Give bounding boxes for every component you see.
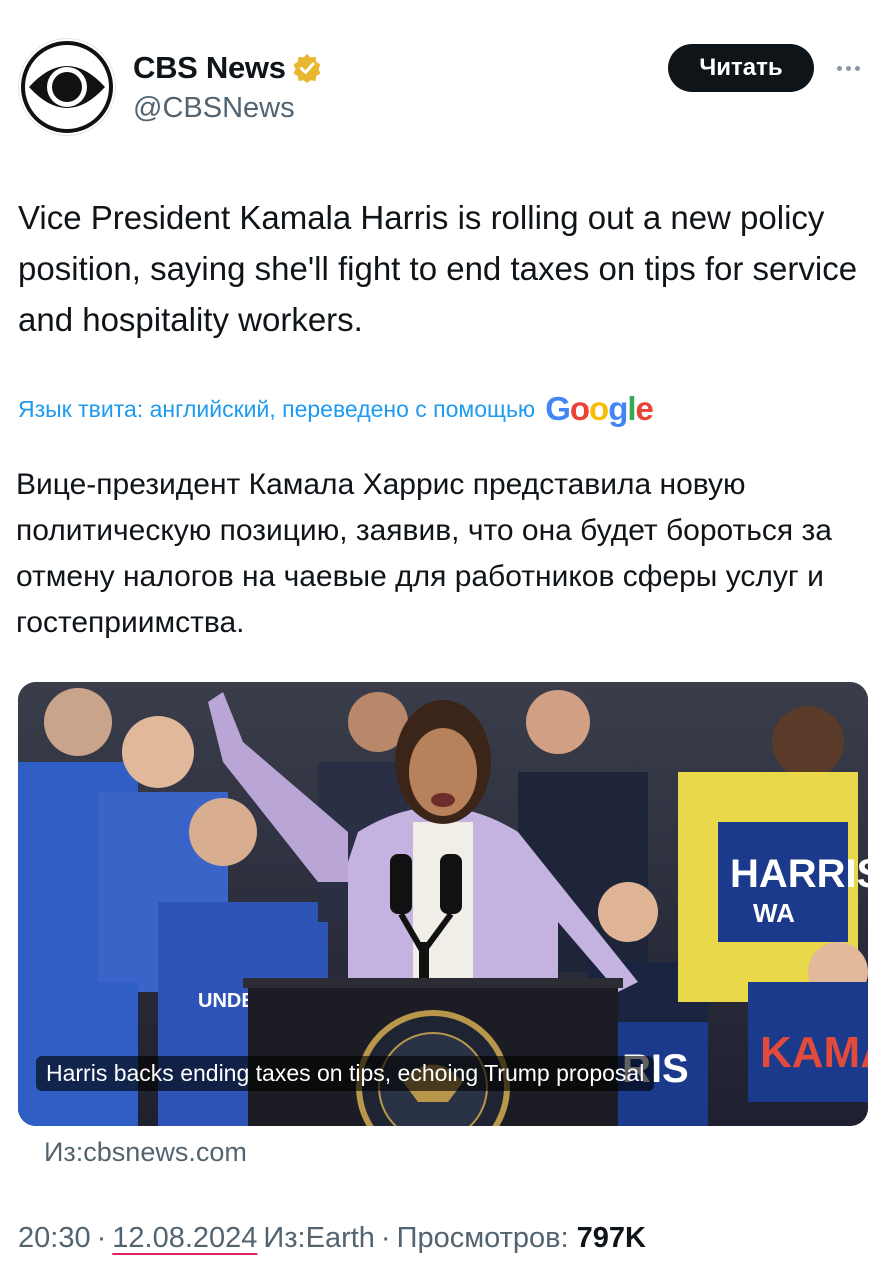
- translation-note[interactable]: Язык твита: английский, переведено с пом…: [18, 390, 654, 428]
- tweet-date[interactable]: 12.08.2024: [112, 1222, 257, 1255]
- shirt-text: UNDE: [198, 990, 255, 1012]
- account-name-row[interactable]: CBS News: [133, 50, 322, 86]
- meta-separator: ·: [380, 1222, 391, 1254]
- dot: [845, 65, 851, 71]
- meta-separator: ·: [96, 1222, 107, 1254]
- translated-tweet-text: Вице-президент Камала Харрис представила…: [16, 468, 841, 639]
- more-dots-icon[interactable]: [830, 54, 866, 82]
- views-label: Просмотров:: [396, 1222, 569, 1254]
- account-handle[interactable]: @CBSNews: [133, 92, 295, 125]
- card-caption: Harris backs ending taxes on tips, echoi…: [36, 1056, 655, 1091]
- cbs-eye-logo-icon: [21, 41, 113, 133]
- avatar[interactable]: [18, 38, 116, 136]
- verified-badge-icon: [292, 53, 322, 83]
- translation-note-text: Язык твита: английский, переведено с пом…: [18, 395, 536, 422]
- sign-harris-text: HARRIS: [730, 852, 868, 896]
- sign-harris-subtext: WA: [753, 898, 795, 928]
- views-count: 797K: [576, 1222, 646, 1254]
- tweet-header: CBS News @CBSNews Читать: [18, 38, 868, 138]
- google-letter: G: [545, 390, 571, 427]
- google-letter: l: [627, 390, 636, 427]
- google-letter: e: [635, 390, 654, 427]
- display-name[interactable]: CBS News: [133, 50, 286, 86]
- dot: [836, 65, 842, 71]
- tweet-meta: 20:30 · 12.08.2024 Из:Earth · Просмотров…: [18, 1222, 646, 1255]
- google-letter: o: [589, 390, 609, 427]
- card-source-link[interactable]: Из:cbsnews.com: [44, 1137, 247, 1168]
- tweet-time[interactable]: 20:30: [18, 1222, 91, 1255]
- google-letter: g: [608, 390, 628, 427]
- google-logo: Google: [545, 390, 654, 428]
- tweet-location: Из:Earth: [263, 1222, 375, 1254]
- sign-kama-text: KAMA: [760, 1028, 868, 1077]
- dot: [854, 65, 860, 71]
- google-letter: o: [569, 390, 590, 427]
- link-card[interactable]: HARRIS WA KAMA RIS UNDE Harris backs end…: [18, 682, 868, 1126]
- tweet-text: Vice President Kamala Harris is rolling …: [18, 199, 867, 338]
- follow-button[interactable]: Читать: [668, 44, 814, 92]
